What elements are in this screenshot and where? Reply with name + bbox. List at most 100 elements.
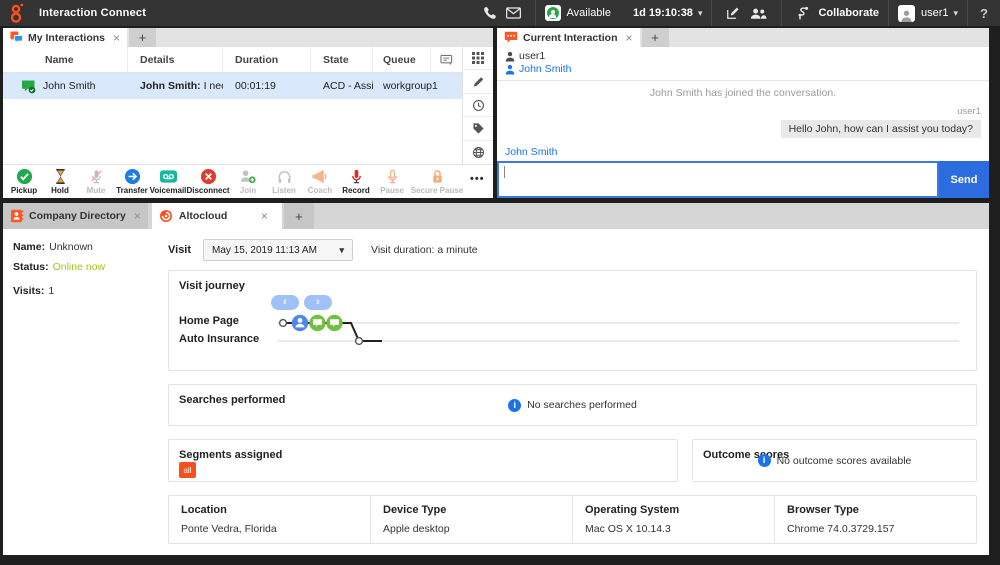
voicemail-button[interactable]: Voicemail bbox=[150, 168, 186, 195]
column-header-duration[interactable]: Duration bbox=[223, 47, 311, 72]
listen-button[interactable]: Listen bbox=[266, 168, 302, 195]
join-button[interactable]: Join bbox=[230, 168, 266, 195]
mail-icon[interactable] bbox=[506, 7, 521, 19]
more-actions-button[interactable]: ••• bbox=[470, 173, 485, 185]
people-icon[interactable] bbox=[750, 7, 767, 20]
participant-name: user1 bbox=[519, 50, 545, 63]
segments-assigned-card: Segments assigned all bbox=[168, 439, 678, 482]
pause-mic-icon bbox=[384, 168, 401, 185]
journey-chat-node bbox=[326, 315, 342, 331]
visitor-details-card: Location Ponte Vedra, Florida Device Typ… bbox=[168, 495, 977, 544]
detail-label: Location bbox=[181, 504, 370, 516]
segment-badge: all bbox=[179, 462, 196, 478]
pause-button[interactable]: Pause bbox=[374, 168, 410, 195]
column-header-name[interactable]: Name bbox=[3, 47, 128, 72]
hold-button[interactable]: Hold bbox=[42, 168, 78, 195]
dropdown-chevron-icon: ▾ bbox=[340, 245, 345, 256]
tab-altocloud[interactable]: Altocloud × bbox=[152, 203, 282, 229]
tab-label: My Interactions bbox=[28, 32, 105, 44]
empty-message: No searches performed bbox=[527, 399, 637, 411]
divider bbox=[535, 0, 536, 26]
history-clock-icon[interactable] bbox=[463, 94, 493, 117]
bottom-tabstrip: Company Directory × Altocloud × + bbox=[3, 203, 989, 229]
chat-log: John Smith has joined the conversation. … bbox=[497, 81, 989, 161]
queue-view-icon[interactable] bbox=[431, 47, 461, 72]
customer-sender-label: John Smith bbox=[505, 146, 981, 158]
disconnect-button[interactable]: Disconnect bbox=[186, 168, 230, 195]
tab-current-interaction[interactable]: Current Interaction × bbox=[497, 28, 640, 47]
user-avatar[interactable] bbox=[898, 5, 915, 22]
close-tab-icon[interactable]: × bbox=[261, 209, 268, 223]
current-interaction-icon bbox=[504, 31, 518, 44]
table-row[interactable]: John Smith John Smith: I need so... 00:0… bbox=[3, 73, 462, 99]
disconnect-x-icon bbox=[200, 168, 217, 185]
new-tab-button[interactable]: + bbox=[642, 28, 669, 47]
my-interactions-icon bbox=[10, 31, 23, 44]
info-icon: i bbox=[758, 454, 771, 467]
chat-tabstrip: Current Interaction × + bbox=[497, 28, 989, 47]
visit-journey-card: Visit journey ‹ › Home Page Auto Insuran… bbox=[168, 270, 977, 371]
chat-message-input[interactable] bbox=[499, 163, 937, 196]
pickup-button[interactable]: Pickup bbox=[6, 168, 42, 195]
participant-name: John Smith bbox=[519, 63, 572, 76]
card-title: Visit journey bbox=[169, 271, 976, 292]
journey-row-label: Home Page bbox=[179, 315, 239, 327]
tab-my-interactions[interactable]: My Interactions × bbox=[3, 28, 127, 47]
collaborate-label[interactable]: Collaborate bbox=[818, 7, 879, 19]
globe-icon[interactable] bbox=[463, 141, 493, 164]
outcomes-empty-state: i No outcome scores available bbox=[693, 440, 976, 481]
mute-mic-icon bbox=[88, 168, 105, 185]
row-queue: workgroup1 bbox=[373, 80, 461, 92]
collaborate-icon[interactable] bbox=[796, 6, 809, 21]
tag-icon[interactable] bbox=[463, 117, 493, 140]
secure-pause-button[interactable]: Secure Pause bbox=[410, 168, 464, 195]
row-state: ACD - Assign... bbox=[311, 80, 373, 92]
close-tab-icon[interactable]: × bbox=[113, 31, 120, 45]
table-header: Name Details Duration State Queue bbox=[3, 47, 462, 73]
mute-button[interactable]: Mute bbox=[78, 168, 114, 195]
close-tab-icon[interactable]: × bbox=[134, 209, 141, 223]
session-timer: 1d 19:10:38 bbox=[633, 7, 693, 19]
phone-icon[interactable] bbox=[482, 6, 496, 20]
column-header-state[interactable]: State bbox=[311, 47, 373, 72]
interactions-table: Name Details Duration State Queue John S… bbox=[3, 47, 462, 164]
left-tabstrip: My Interactions × + bbox=[3, 28, 493, 47]
help-button[interactable]: ? bbox=[980, 6, 988, 21]
record-mic-icon bbox=[348, 168, 365, 185]
divider bbox=[967, 0, 968, 26]
detail-label: Operating System bbox=[585, 504, 774, 516]
send-button[interactable]: Send bbox=[939, 161, 989, 198]
new-tab-button[interactable]: + bbox=[129, 28, 156, 47]
info-icon: i bbox=[508, 399, 521, 412]
status-chevron-down-icon[interactable]: ▾ bbox=[698, 8, 703, 19]
hold-hourglass-icon bbox=[52, 168, 69, 185]
close-tab-icon[interactable]: × bbox=[626, 31, 633, 45]
username-label[interactable]: user1 bbox=[921, 7, 949, 19]
view-switcher-strip bbox=[462, 47, 493, 164]
new-tab-button[interactable]: + bbox=[284, 203, 314, 229]
current-interaction-panel: Current Interaction × + user1 John Smith… bbox=[497, 28, 989, 198]
participant-customer: John Smith bbox=[505, 63, 981, 76]
user-chevron-down-icon[interactable]: ▾ bbox=[954, 8, 959, 19]
grid-view-icon[interactable] bbox=[463, 47, 493, 70]
tab-label: Company Directory bbox=[29, 210, 126, 222]
column-header-queue[interactable]: Queue bbox=[373, 47, 431, 72]
column-header-details[interactable]: Details bbox=[128, 47, 223, 72]
visit-duration: Visit duration: a minute bbox=[371, 244, 478, 256]
record-button[interactable]: Record bbox=[338, 168, 374, 195]
presence-status-icon[interactable] bbox=[545, 5, 561, 21]
compose-icon[interactable] bbox=[726, 6, 740, 20]
empty-message: No outcome scores available bbox=[777, 455, 912, 467]
journey-next-button[interactable]: › bbox=[304, 295, 332, 310]
presence-status-label: Available bbox=[567, 7, 611, 19]
journey-prev-button[interactable]: ‹ bbox=[271, 295, 299, 310]
notes-pencil-icon[interactable] bbox=[463, 70, 493, 93]
secure-pause-lock-icon bbox=[429, 168, 446, 185]
journey-visitor-node bbox=[292, 315, 308, 331]
company-directory-icon bbox=[10, 209, 24, 223]
row-details-text: I need so... bbox=[201, 80, 223, 92]
transfer-button[interactable]: Transfer bbox=[114, 168, 150, 195]
visit-date-dropdown[interactable]: May 15, 2019 11:13 AM ▾ bbox=[203, 239, 353, 261]
coach-button[interactable]: Coach bbox=[302, 168, 338, 195]
tab-company-directory[interactable]: Company Directory × bbox=[3, 203, 148, 229]
